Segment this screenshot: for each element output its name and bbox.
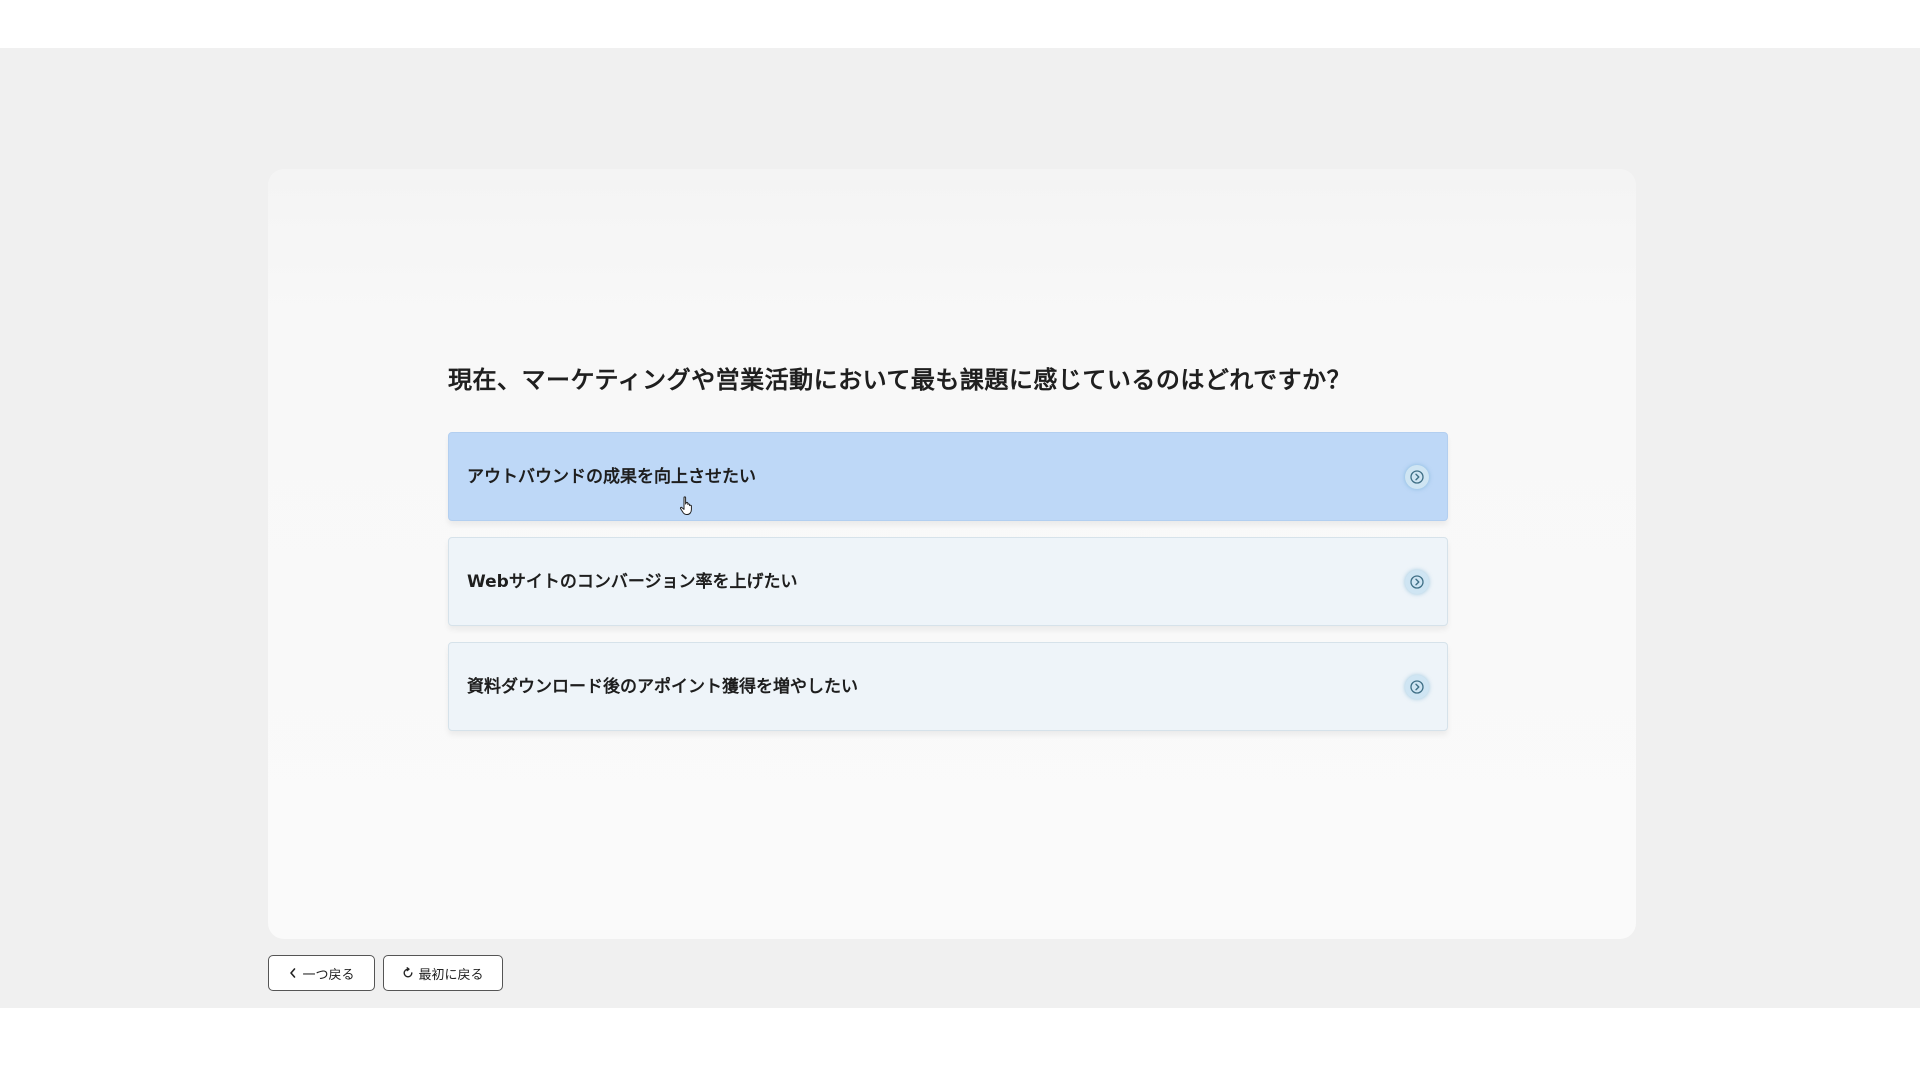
option-outbound[interactable]: アウトバウンドの成果を向上させたい <box>448 432 1448 521</box>
hand-cursor-icon <box>679 496 695 516</box>
back-one-button[interactable]: 一つ戻る <box>268 955 375 991</box>
chevron-circle-right-icon <box>1405 570 1429 594</box>
refresh-icon <box>402 967 414 979</box>
option-label: 資料ダウンロード後のアポイント獲得を増やしたい <box>467 677 858 697</box>
back-one-label: 一つ戻る <box>302 967 355 983</box>
option-label: アウトバウンドの成果を向上させたい <box>467 467 756 487</box>
chevron-circle-right-icon <box>1405 465 1429 489</box>
option-website-conversion[interactable]: Webサイトのコンバージョン率を上げたい <box>448 537 1448 626</box>
options-list: アウトバウンドの成果を向上させたい Webサイトのコンバージョン率を上げたい 資… <box>448 432 1448 747</box>
restart-button[interactable]: 最初に戻る <box>383 955 503 991</box>
chevron-left-icon <box>288 967 298 979</box>
restart-label: 最初に戻る <box>418 967 484 983</box>
chevron-circle-right-icon <box>1405 675 1429 699</box>
option-download-appointment[interactable]: 資料ダウンロード後のアポイント獲得を増やしたい <box>448 642 1448 731</box>
option-label: Webサイトのコンバージョン率を上げたい <box>467 572 798 592</box>
question-title: 現在、マーケティングや営業活動において最も課題に感じているのはどれですか？ <box>448 366 1352 394</box>
